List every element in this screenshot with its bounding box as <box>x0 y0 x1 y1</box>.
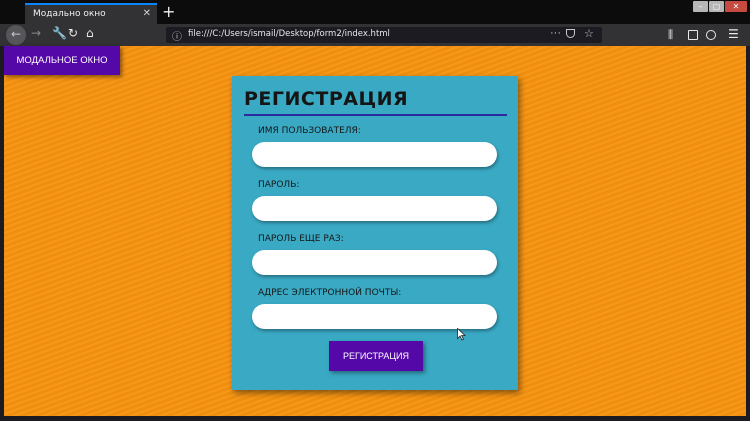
title-divider <box>244 114 507 116</box>
wrench-icon[interactable]: 🔧 <box>52 26 67 40</box>
register-button[interactable]: РЕГИСТРАЦИЯ <box>329 341 423 371</box>
username-input[interactable] <box>252 142 497 167</box>
sidebar-icon[interactable] <box>688 30 698 40</box>
info-icon[interactable]: ⓘ <box>172 28 182 43</box>
email-label: АДРЕС ЭЛЕКТРОННОЙ ПОЧТЫ: <box>258 288 402 298</box>
reload-icon[interactable]: ↻ <box>68 26 78 40</box>
forward-icon[interactable]: → <box>31 26 41 40</box>
window-close-button[interactable]: ✕ <box>725 1 747 12</box>
navigation-bar: ← → 🔧 ↻ ⌂ ⓘ file:///C:/Users/ismail/Desk… <box>0 24 750 46</box>
star-icon[interactable]: ☆ <box>584 27 594 40</box>
window-bottom-border <box>0 416 750 421</box>
tab-title: Модально окно <box>33 9 106 19</box>
url-text[interactable]: file:///C:/Users/ismail/Desktop/form2/in… <box>188 29 390 39</box>
account-icon[interactable] <box>706 30 716 40</box>
page-viewport: МОДАЛЬНОЕ ОКНО РЕГИСТРАЦИЯ ИМЯ ПОЛЬЗОВАТ… <box>4 46 746 416</box>
address-bar[interactable]: ⓘ file:///C:/Users/ismail/Desktop/form2/… <box>166 27 602 43</box>
more-icon[interactable]: ··· <box>550 27 561 39</box>
library-icon[interactable]: ⫼ <box>668 28 673 42</box>
mouse-cursor-icon <box>457 328 466 341</box>
home-icon[interactable]: ⌂ <box>86 26 94 40</box>
browser-tab[interactable]: Модально окно ✕ <box>25 3 157 24</box>
password-confirm-label: ПАРОЛЬ ЕЩЕ РАЗ: <box>258 234 344 244</box>
close-tab-icon[interactable]: ✕ <box>143 8 151 19</box>
email-input[interactable] <box>252 304 497 329</box>
registration-form: РЕГИСТРАЦИЯ ИМЯ ПОЛЬЗОВАТЕЛЯ: ПАРОЛЬ: ПА… <box>232 76 518 390</box>
password-label: ПАРОЛЬ: <box>258 180 300 190</box>
pocket-icon[interactable] <box>566 29 575 38</box>
back-icon[interactable]: ← <box>6 25 26 45</box>
form-title: РЕГИСТРАЦИЯ <box>244 88 409 110</box>
tab-bar: Модально окно ✕ + – ▢ ✕ <box>0 0 750 24</box>
modal-window-button[interactable]: МОДАЛЬНОЕ ОКНО <box>4 46 120 75</box>
password-confirm-input[interactable] <box>252 250 497 275</box>
window-minimize-button[interactable]: – <box>693 1 708 12</box>
username-label: ИМЯ ПОЛЬЗОВАТЕЛЯ: <box>258 126 361 136</box>
menu-icon[interactable]: ☰ <box>728 27 739 41</box>
window-maximize-button[interactable]: ▢ <box>709 1 724 12</box>
new-tab-button[interactable]: + <box>162 2 175 21</box>
password-input[interactable] <box>252 196 497 221</box>
